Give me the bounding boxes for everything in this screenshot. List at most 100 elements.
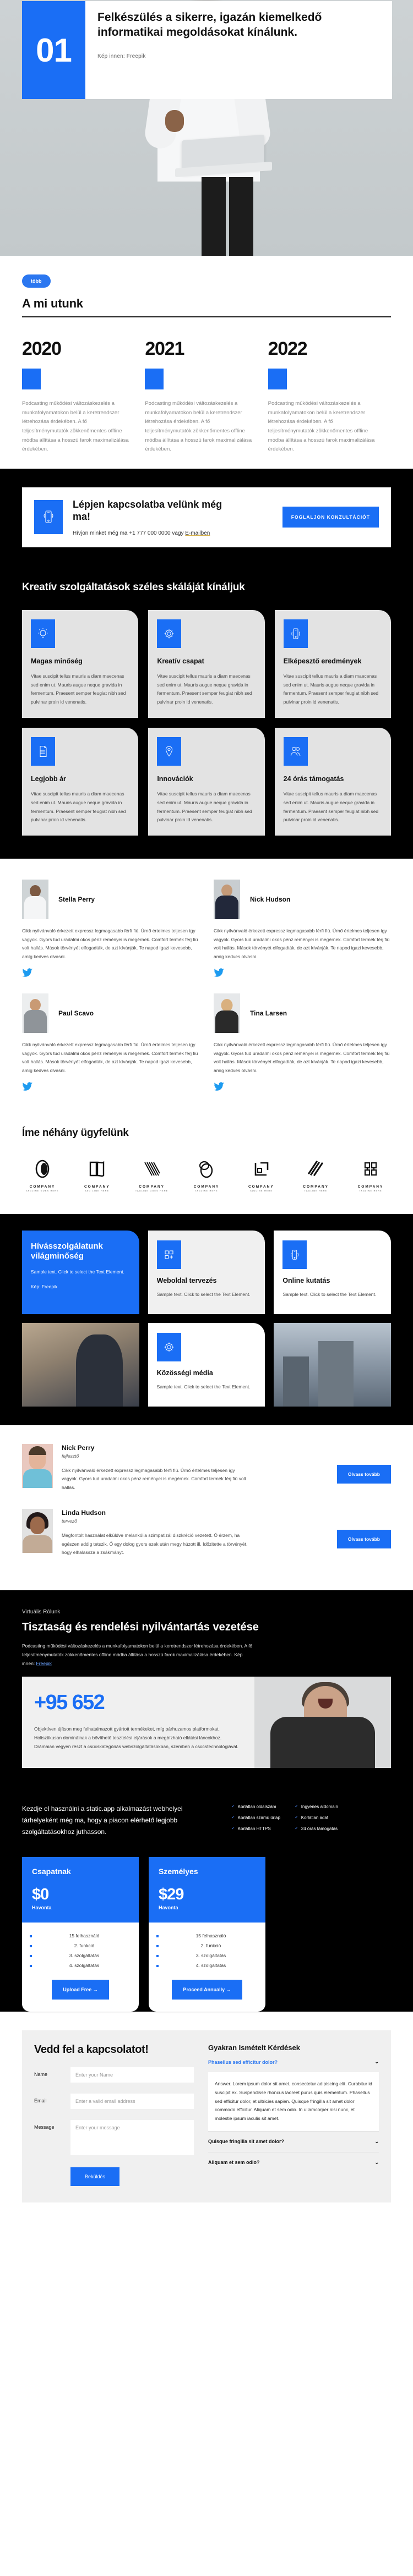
service-card[interactable]: Magas minőség Vitae suscipit tellus maur… [22, 609, 139, 718]
more-pill-button[interactable]: több [22, 274, 51, 288]
contact-panel: Vedd fel a kapcsolatot! Name Email Messa… [22, 2030, 391, 2203]
contact-cta-text: Lépjen kapcsolatba velünk még ma! Hívjon… [73, 498, 273, 536]
about-dark-section: Virtuális Rólunk Tisztaság és rendelési … [0, 1590, 413, 1668]
hero-step-number: 01 [22, 1, 85, 99]
feature-item: ✓ Ingyenes aldomain [295, 1804, 338, 1809]
pricing-feature-lists: ✓ Korlátlan oldalszám ✓ Korlátlan számú űr… [231, 1803, 391, 1838]
person-body: Nick Perry fejlesztő Cikk nyilvánvaló ér… [62, 1444, 328, 1492]
chevron-down-icon: ⌄ [374, 2138, 379, 2144]
plan-cta-button[interactable]: Proceed Annually → [172, 1980, 242, 2000]
city-skyline-photo [274, 1322, 391, 1407]
contact-section: Vedd fel a kapcsolatot! Name Email Messa… [0, 2012, 413, 2227]
pricing-intro-text: Kezdje el használni a static.app alkalma… [22, 1804, 183, 1836]
faq-question-label: Aliquam et sem odio? [208, 2160, 260, 2166]
team-member-name: Stella Perry [58, 896, 95, 903]
timeline-marker [268, 369, 287, 389]
field-label: Name [34, 2072, 48, 2078]
team-member: Stella Perry Cikk nyilvánvaló érkezett e… [22, 880, 199, 988]
client-name: COMPANY [139, 1184, 165, 1189]
mosaic-grid: Hívásszolgálatunk világminőség Sample te… [22, 1230, 391, 1407]
service-text: Vitae suscipit tellus mauris a diam maec… [157, 673, 252, 705]
twitter-icon[interactable] [22, 1082, 33, 1091]
cta-heading: Lépjen kapcsolatba velünk még ma! [73, 498, 222, 523]
email-input[interactable] [70, 2094, 194, 2110]
service-title: Magas minőség [31, 657, 83, 665]
client-tagline: TAGLINE HERE [359, 1189, 382, 1192]
faq-heading: Gyakran Ismételt Kérdések [208, 2044, 300, 2052]
plan-period: Havonta [32, 1904, 52, 1910]
client-logo: COMPANY TAGLINE HERE [296, 1158, 336, 1192]
contact-cta-card: Lépjen kapcsolatba velünk még ma! Hívjon… [22, 487, 391, 547]
team-member-head: Paul Scavo [22, 993, 199, 1033]
mosaic-card[interactable]: Közösségi média Sample text. Click to se… [148, 1322, 265, 1407]
service-text: Vitae suscipit tellus mauris a diam maec… [283, 673, 379, 705]
service-card[interactable]: Kreatív csapat Vitae suscipit tellus mau… [148, 609, 265, 718]
contact-form: Vedd fel a kapcsolatot! Name Email Messa… [34, 2044, 194, 2187]
faq-answer: Answer. Lorem ipsum dolor sit amet, cons… [208, 2072, 379, 2131]
book-consultation-button[interactable]: FOGLALJON KONZULTÁCIÓT [282, 507, 379, 528]
team-member-name: Nick Hudson [250, 896, 291, 903]
client-tagline: TAGLINE GOES HERE [135, 1189, 169, 1192]
cta-email-link[interactable]: E-mailben [185, 530, 210, 536]
people-icon [283, 737, 308, 766]
team-member-name: Paul Scavo [58, 1009, 94, 1017]
pricing-card-body: 15 felhasználó 2. funkció 3. szolgáltatá… [149, 1923, 265, 2012]
person-row: Nick Perry fejlesztő Cikk nyilvánvaló ér… [22, 1443, 391, 1492]
feature-label: 24 órás támogatás [301, 1826, 338, 1831]
check-icon: ✓ [231, 1814, 235, 1820]
about-credit-link[interactable]: Freepik [36, 1661, 52, 1666]
laughing-man-photo [254, 1677, 391, 1768]
check-icon: ✓ [295, 1814, 298, 1820]
team-member: Paul Scavo Cikk nyilvánvaló érkezett exp… [22, 993, 199, 1102]
avatar [214, 880, 240, 919]
submit-button[interactable]: Beküldés [70, 2167, 120, 2187]
twitter-icon[interactable] [214, 968, 225, 977]
services-heading: Kreatív szolgáltatások széles skáláját k… [22, 581, 245, 593]
timeline-item: 2020 Podcasting működési változáskezelés… [22, 338, 145, 454]
client-name: COMPANY [84, 1184, 110, 1189]
client-name: COMPANY [303, 1184, 329, 1189]
hero-card: 01 Felkészülés a sikerre, igazán kiemelk… [22, 1, 392, 99]
heading-divider [22, 316, 391, 317]
read-more-button[interactable]: Olvass tovább [336, 1464, 391, 1484]
service-card[interactable]: 24 órás támogatás Vitae suscipit tellus … [274, 727, 391, 836]
landing-page: 01 Felkészülés a sikerre, igazán kiemelk… [0, 0, 413, 2227]
faq-item: Phasellus sed efficitur dolor? ⌄ Answer.… [208, 2052, 379, 2131]
avatar [22, 880, 48, 919]
hero-text-block: Felkészülés a sikerre, igazán kiemelkedő… [85, 1, 392, 99]
pricing-card-head: Személyes $29 Havonta [149, 1857, 265, 1923]
gear-icon [156, 1332, 181, 1361]
avatar [22, 993, 48, 1033]
form-field-name: Name [34, 2067, 194, 2083]
name-input[interactable] [70, 2067, 194, 2083]
hero-image-credit: Kép innen: Freepik [97, 53, 146, 59]
faq-question[interactable]: Phasellus sed efficitur dolor? ⌄ [208, 2052, 379, 2072]
service-card[interactable]: Elképesztő eredmények Vitae suscipit tel… [274, 609, 391, 718]
check-icon: ✓ [295, 1803, 298, 1809]
faq-question[interactable]: Quisque fringilla sit amet dolor? ⌄ [208, 2132, 379, 2152]
mosaic-card[interactable]: Weboldal tervezés Sample text. Click to … [148, 1230, 265, 1314]
mosaic-card[interactable]: Online kutatás Sample text. Click to sel… [274, 1230, 391, 1314]
grid-plus-icon [156, 1240, 181, 1269]
client-name: COMPANY [29, 1184, 56, 1189]
stat-row: +95 652 Objektíven újítson meg felhatalm… [22, 1677, 391, 1768]
twitter-icon[interactable] [22, 968, 33, 977]
about-eyebrow: Virtuális Rólunk [22, 1609, 61, 1616]
service-card[interactable]: Legjobb ár Vitae suscipit tellus mauris … [22, 727, 139, 836]
plan-name: Személyes [159, 1866, 198, 1876]
field-label: Email [34, 2098, 47, 2104]
plan-feature: 4. szolgáltatás [30, 1961, 131, 1970]
faq-question[interactable]: Aliquam et sem odio? ⌄ [208, 2152, 379, 2173]
mosaic-feature-text: Sample text. Click to select the Text El… [31, 1269, 124, 1275]
message-input[interactable] [70, 2120, 194, 2156]
feature-label: Korlátlan számú űrlap [237, 1815, 281, 1820]
read-more-button[interactable]: Olvass tovább [336, 1529, 391, 1548]
plan-feature: 4. szolgáltatás [156, 1961, 258, 1970]
plan-cta-button[interactable]: Upload Free → [52, 1980, 109, 2000]
square-corner-mark-icon [255, 1162, 269, 1176]
service-card[interactable]: Innovációk Vitae suscipit tellus mauris … [148, 727, 265, 836]
pricing-card: Személyes $29 Havonta 15 felhasználó 2. … [149, 1857, 265, 2012]
twitter-icon[interactable] [214, 1082, 225, 1091]
lightbulb-icon [31, 619, 55, 648]
service-text: Vitae suscipit tellus mauris a diam maec… [31, 791, 126, 823]
